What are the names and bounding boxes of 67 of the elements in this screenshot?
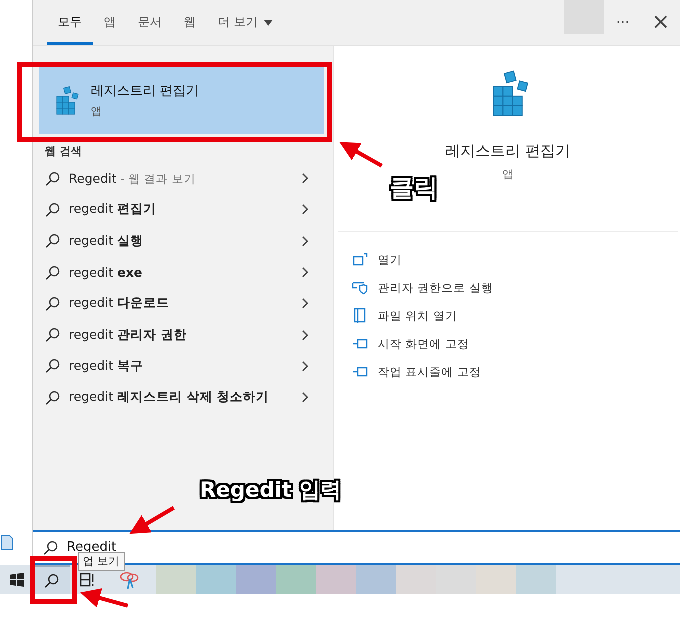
annotation-label: Regedit 입력 [200,477,342,504]
blurred-app-button[interactable] [316,565,356,594]
pointer-arrow [340,142,383,168]
search-icon [45,296,61,312]
annotation-label: 클릭 [390,173,438,204]
action-item[interactable]: 시작 화면에 고정 [352,330,680,358]
highlight-frame [30,556,77,604]
search-icon [45,390,61,406]
chevron-icon [302,392,309,404]
chevron-icon [302,298,309,310]
blurred-app-button[interactable] [516,565,556,594]
search-icon [45,233,61,250]
section-header: 웹 검색 [45,144,83,159]
app-title: 레지스트리 편집기 [446,142,570,161]
app-title: 레지스트리 편집기 [91,83,200,100]
blurred-app-button[interactable] [236,565,276,594]
blurred-app-button[interactable] [276,565,316,594]
tab[interactable]: 웹 [173,3,207,45]
action-item[interactable]: 작업 표시줄에 고정 [352,358,680,386]
action-item[interactable]: 열기 [352,246,680,274]
search-icon [45,358,61,374]
chevron-icon [302,360,309,372]
blurred-app-button[interactable] [356,565,396,594]
web-search-result[interactable]: Regedit - 웹 결과 보기 [33,163,333,194]
chevron-icon [302,204,309,216]
app-type: 앱 [91,104,103,119]
document-icon [0,535,14,551]
blurred-app-button[interactable] [196,565,236,594]
search-icon [45,202,61,218]
search-icon [43,540,59,556]
chevron-icon [302,330,309,341]
pointer-arrow [80,588,129,608]
search-icon [45,327,61,344]
blurred-app-button[interactable] [436,565,476,594]
shield-icon [352,280,368,296]
blurred-app-button[interactable] [476,565,516,594]
search-button[interactable] [34,565,70,594]
app-type: 앱 [502,167,514,182]
file-icon [352,308,368,324]
open-icon [352,252,368,268]
action-item[interactable]: 관리자 권한으로 실행 [352,274,680,302]
windows-icon [10,572,24,586]
chevron-icon [302,173,309,184]
best-match-item[interactable]: 레지스트리 편집기 앱 [39,67,324,134]
pointer-arrow [130,506,176,534]
more-button[interactable]: ··· [604,0,642,45]
tab[interactable]: 문서 [127,3,173,45]
web-search-result[interactable]: regedit 편집기 [33,194,333,226]
search-icon [45,170,61,187]
caret-icon [264,20,273,26]
search-icon [45,264,61,281]
web-search-result[interactable]: regedit 실행 [33,226,333,257]
web-search-result[interactable]: regedit exe [33,256,333,288]
chevron-icon [302,236,309,247]
tab[interactable]: 앱 [93,3,127,45]
tooltip: 업 보기 [78,552,124,571]
search-icon [44,572,60,588]
web-search-result[interactable]: regedit 복구 [33,350,333,382]
task-view-icon [79,572,95,588]
chevron-icon [302,267,309,278]
more-dropdown[interactable]: 더 보기 [207,3,284,45]
web-search-result[interactable]: regedit 관리자 권한 [33,319,333,351]
web-search-result[interactable]: regedit 다운로드 [33,288,333,320]
action-item[interactable]: 파일 위치 열기 [352,302,680,330]
blurred-app-button[interactable] [396,565,436,594]
web-search-result[interactable]: regedit 레지스트리 삭제 청소하기 [33,382,333,414]
close-button[interactable]: × [642,0,680,45]
